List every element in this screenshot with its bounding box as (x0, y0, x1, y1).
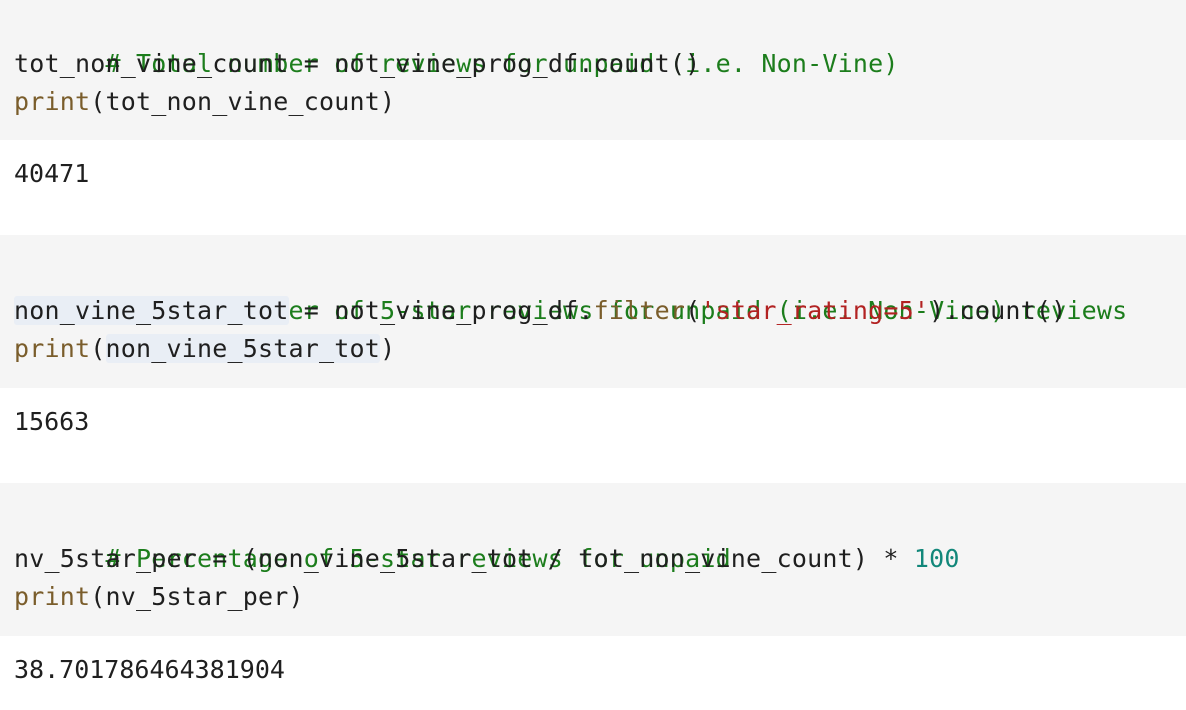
code-string: 'star_rating=5' (700, 296, 930, 325)
code-input-3[interactable]: # Percentage of 5-star reviews for unpai… (0, 483, 1186, 636)
code-line: # Total number of 5-star reviews for unp… (14, 254, 1186, 325)
code-variable: non_vine_5star_tot (105, 334, 381, 363)
code-variable: nv_5star_per (14, 544, 198, 573)
output-text: 15663 (14, 407, 90, 436)
cell-output-1: 40471 (0, 140, 1186, 235)
code-line: non_vine_5star_tot = not_vine_prog_df.fi… (14, 292, 1186, 330)
cell-output-3: 38.701786464381904 (0, 636, 1186, 710)
cell-output-2: 15663 (0, 388, 1186, 483)
code-expression: = (non_vine_5star_tot / tot_non_vine_cou… (197, 544, 914, 573)
code-line: tot_non_vine_count = not_vine_prog_df.co… (14, 45, 1186, 83)
code-variable: non_vine_5star_tot (14, 296, 289, 325)
code-line: print(non_vine_5star_tot) (14, 330, 1186, 368)
notebook-cell-2[interactable]: # Total number of 5-star reviews for unp… (0, 235, 1186, 483)
code-method: filter (593, 296, 686, 325)
code-builtin: print (14, 87, 91, 116)
code-number: 100 (913, 544, 960, 573)
code-line: print(nv_5star_per) (14, 578, 1186, 616)
code-args: (nv_5star_per) (90, 582, 304, 611)
code-builtin: print (14, 582, 91, 611)
code-line: nv_5star_per = (non_vine_5star_tot / tot… (14, 540, 1186, 578)
output-text: 40471 (14, 159, 90, 188)
code-line: # Total number of reviews for unpaid (i.… (14, 7, 1186, 78)
code-object: not_vine_prog_df. (334, 296, 594, 325)
code-input-2[interactable]: # Total number of 5-star reviews for unp… (0, 235, 1186, 388)
code-paren: ( (685, 296, 701, 325)
code-builtin: print (14, 334, 91, 363)
code-input-1[interactable]: # Total number of reviews for unpaid (i.… (0, 0, 1186, 140)
code-paren: ).count() (929, 296, 1067, 325)
output-text: 38.701786464381904 (14, 655, 285, 684)
code-line: print(tot_non_vine_count) (14, 83, 1186, 121)
code-operator: = (288, 49, 335, 78)
code-paren: ) (380, 334, 396, 363)
notebook-cell-3[interactable]: # Percentage of 5-star reviews for unpai… (0, 483, 1186, 710)
code-paren: ( (90, 334, 106, 363)
code-args: (tot_non_vine_count) (90, 87, 396, 116)
code-line: # Percentage of 5-star reviews for unpai… (14, 502, 1186, 573)
notebook-cell-1[interactable]: # Total number of reviews for unpaid (i.… (0, 0, 1186, 235)
code-variable: tot_non_vine_count (14, 49, 289, 78)
code-expression: not_vine_prog_df.count() (334, 49, 701, 78)
code-operator: = (288, 296, 335, 325)
